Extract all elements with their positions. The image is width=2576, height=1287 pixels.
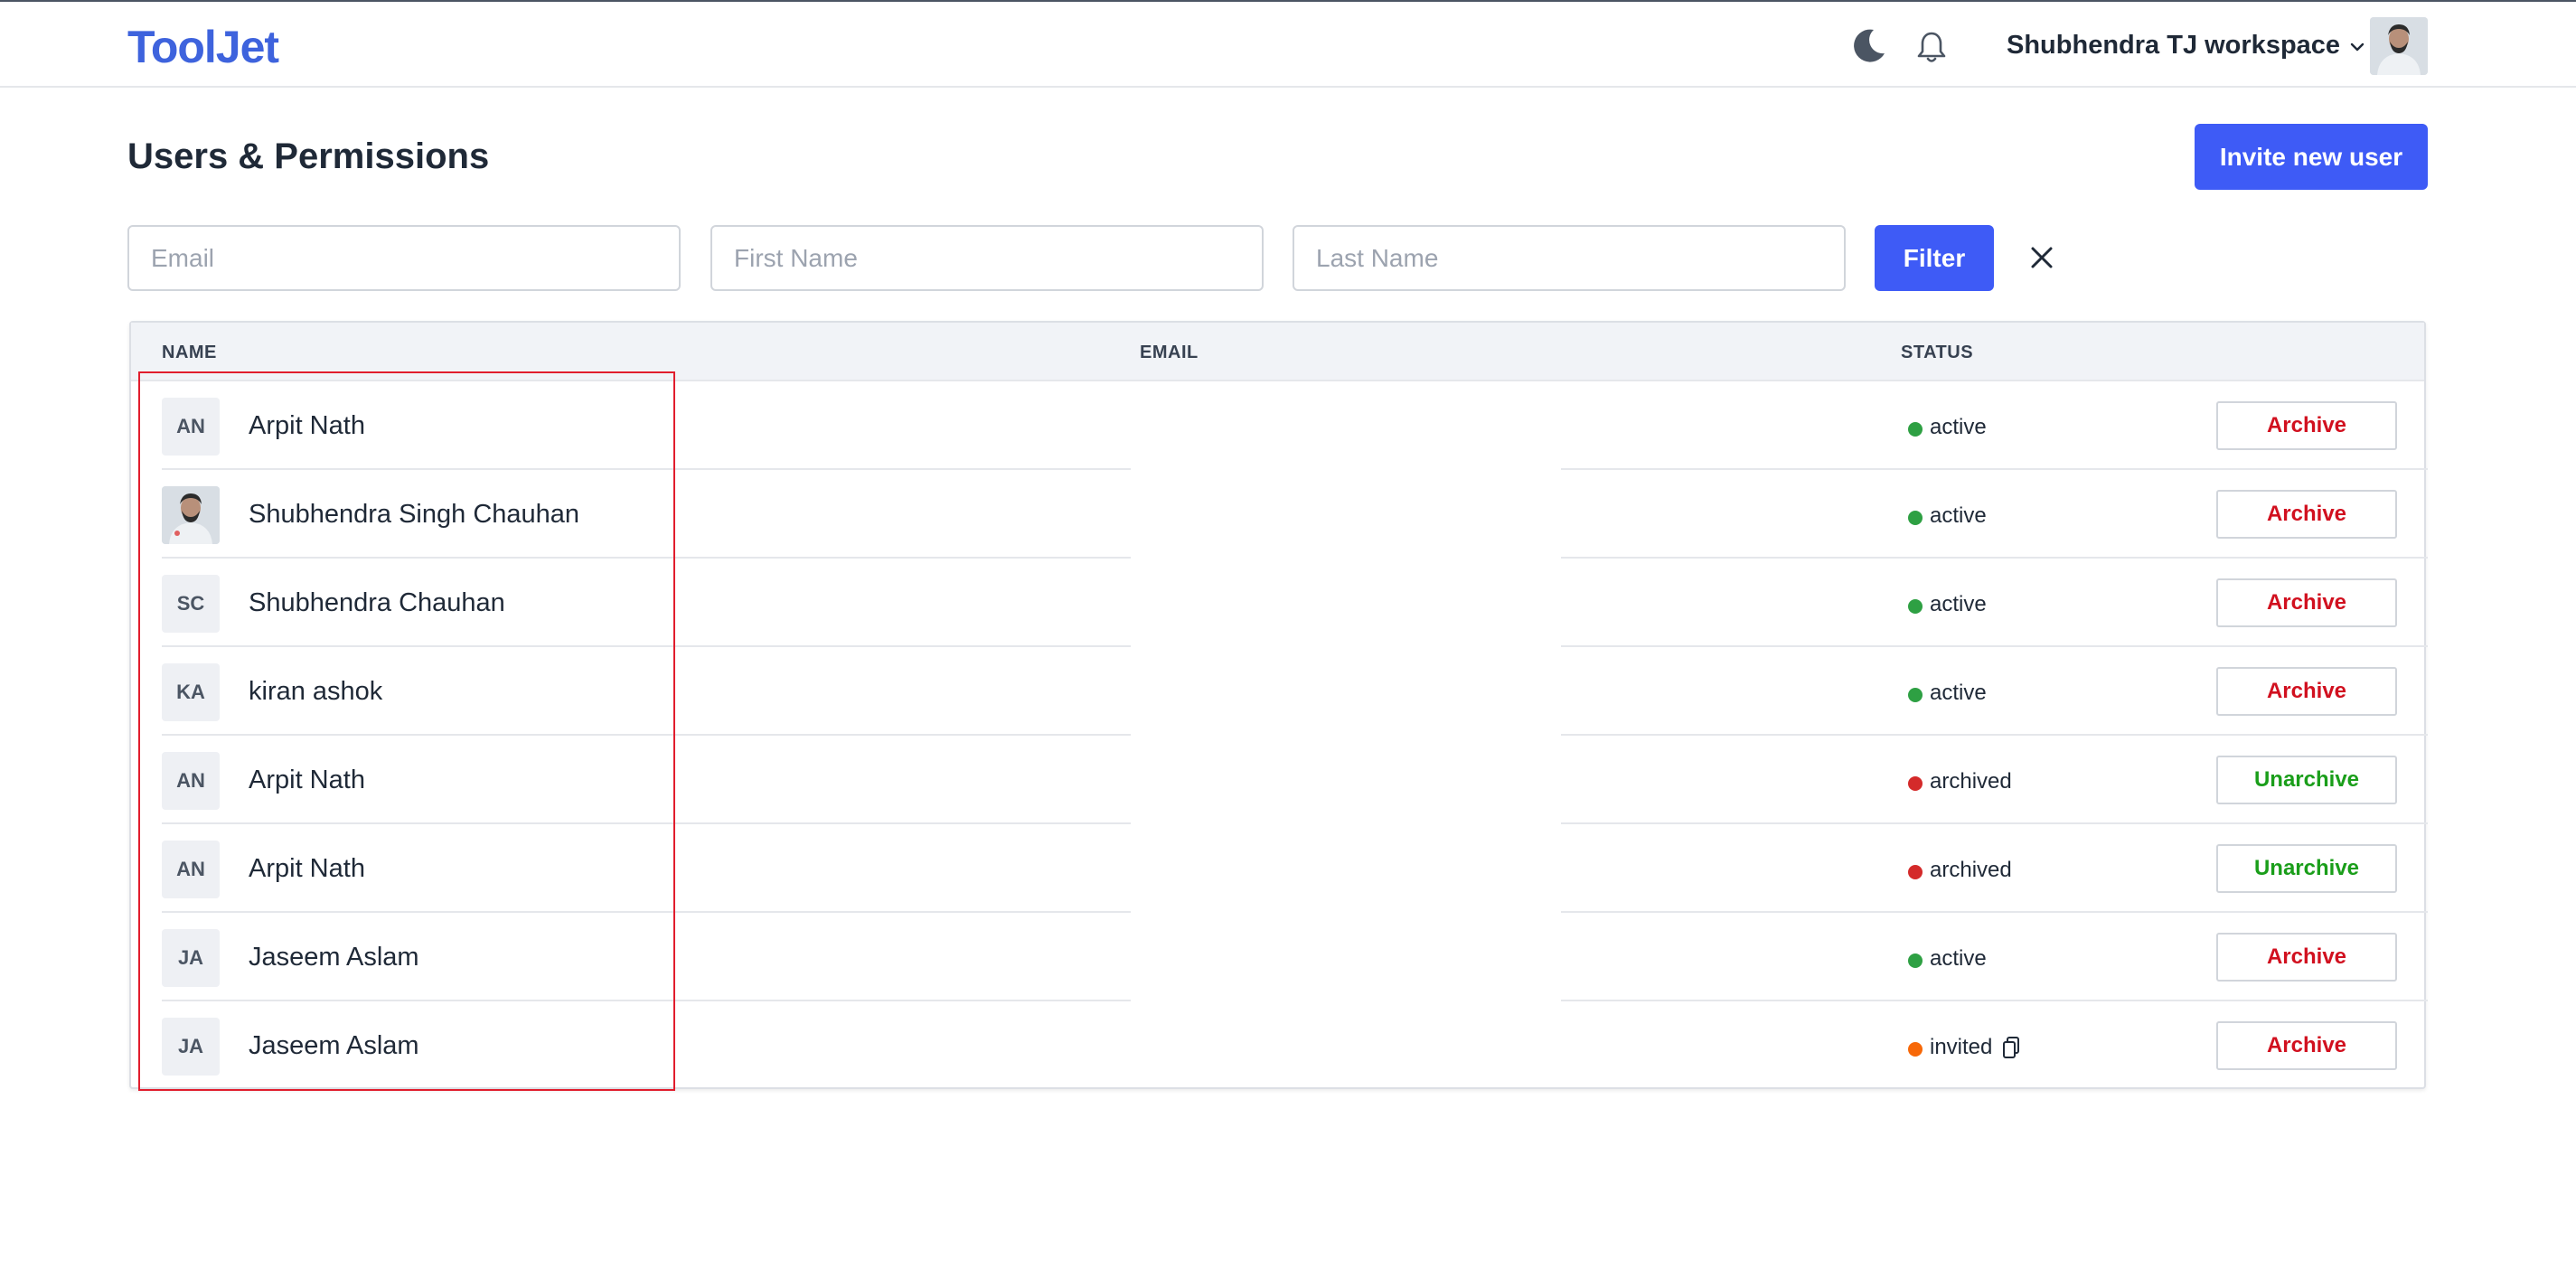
workspace-switcher[interactable]: Shubhendra TJ workspace (2007, 27, 2365, 63)
user-name: Arpit Nath (249, 766, 365, 794)
user-photo (162, 486, 220, 544)
user-name: Shubhendra Chauhan (249, 588, 505, 617)
unarchive-button[interactable]: Unarchive (2216, 844, 2397, 893)
archive-button[interactable]: Archive (2216, 1021, 2397, 1070)
status-badge: archived (1908, 857, 2012, 884)
first-name-filter-input[interactable] (710, 225, 1264, 291)
user-photo (2370, 17, 2428, 75)
user-name: Jaseem Aslam (249, 1031, 419, 1060)
last-name-filter-input[interactable] (1293, 225, 1846, 291)
status-badge: archived (1908, 768, 2012, 795)
table-header: NAME EMAIL STATUS (131, 323, 2424, 381)
table-row: AN Arpit Nath active Archive (131, 381, 2428, 470)
bell-icon[interactable] (1915, 30, 1948, 64)
invite-user-button[interactable]: Invite new user (2195, 124, 2428, 190)
copy-icon[interactable] (2001, 1036, 2021, 1059)
user-name: Jaseem Aslam (249, 943, 419, 972)
status-dot (1908, 687, 1923, 702)
status-text: archived (1930, 858, 2012, 882)
archive-button[interactable]: Archive (2216, 578, 2397, 627)
status-text: active (1930, 681, 1987, 705)
avatar: AN (162, 841, 220, 898)
users-table: NAME EMAIL STATUS AN Arpit Nath active A… (129, 321, 2428, 1090)
table-row: AN Arpit Nath archived Unarchive (131, 824, 2428, 913)
table-row: SC Shubhendra Chauhan active Archive (131, 559, 2428, 647)
status-text: active (1930, 946, 1987, 971)
avatar (162, 486, 220, 544)
column-header-email: EMAIL (1140, 343, 1199, 362)
status-badge: active (1908, 414, 1987, 441)
user-name: Arpit Nath (249, 411, 365, 440)
archive-button[interactable]: Archive (2216, 401, 2397, 450)
archive-button[interactable]: Archive (2216, 933, 2397, 982)
column-header-status: STATUS (1901, 343, 1974, 362)
unarchive-button[interactable]: Unarchive (2216, 756, 2397, 804)
table-row: AN Arpit Nath archived Unarchive (131, 736, 2428, 824)
page-title: Users & Permissions (127, 136, 490, 176)
tooljet-logo[interactable]: ToolJet (127, 20, 279, 74)
avatar: JA (162, 929, 220, 987)
user-name: kiran ashok (249, 677, 383, 706)
status-text: active (1930, 503, 1987, 528)
status-badge: active (1908, 945, 1987, 972)
status-dot (1908, 598, 1923, 614)
column-header-name: NAME (162, 343, 217, 362)
status-dot (1908, 1041, 1923, 1057)
top-navbar: ToolJet Shubhendra TJ workspace (0, 2, 2576, 88)
avatar: AN (162, 398, 220, 456)
status-text: archived (1930, 769, 2012, 794)
email-filter-input[interactable] (127, 225, 681, 291)
status-text: active (1930, 415, 1987, 439)
archive-button[interactable]: Archive (2216, 667, 2397, 716)
avatar: KA (162, 663, 220, 721)
avatar: AN (162, 752, 220, 810)
status-dot (1908, 421, 1923, 437)
status-dot (1908, 864, 1923, 879)
status-dot (1908, 775, 1923, 791)
status-dot (1908, 510, 1923, 525)
filter-button[interactable]: Filter (1875, 225, 1994, 291)
status-badge: invited (1908, 1034, 2021, 1061)
close-icon[interactable] (2028, 244, 2055, 271)
table-row: KA kiran ashok active Archive (131, 647, 2428, 736)
status-badge: active (1908, 591, 1987, 618)
user-avatar[interactable] (2370, 17, 2428, 75)
user-name: Shubhendra Singh Chauhan (249, 500, 580, 529)
status-dot (1908, 953, 1923, 968)
workspace-name: Shubhendra TJ workspace (2007, 31, 2341, 60)
status-text: active (1930, 592, 1987, 616)
avatar: JA (162, 1018, 220, 1076)
chevron-down-icon (2350, 42, 2364, 52)
table-row: Shubhendra Singh Chauhan active Archive (131, 470, 2428, 559)
avatar: SC (162, 575, 220, 633)
table-row: JA Jaseem Aslam active Archive (131, 913, 2428, 1001)
archive-button[interactable]: Archive (2216, 490, 2397, 539)
moon-icon[interactable] (1850, 26, 1888, 64)
table-row: JA Jaseem Aslam invited Archive (131, 1001, 2424, 1090)
status-badge: active (1908, 680, 1987, 707)
status-text: invited (1930, 1035, 1993, 1059)
user-name: Arpit Nath (249, 854, 365, 883)
status-badge: active (1908, 503, 1987, 530)
